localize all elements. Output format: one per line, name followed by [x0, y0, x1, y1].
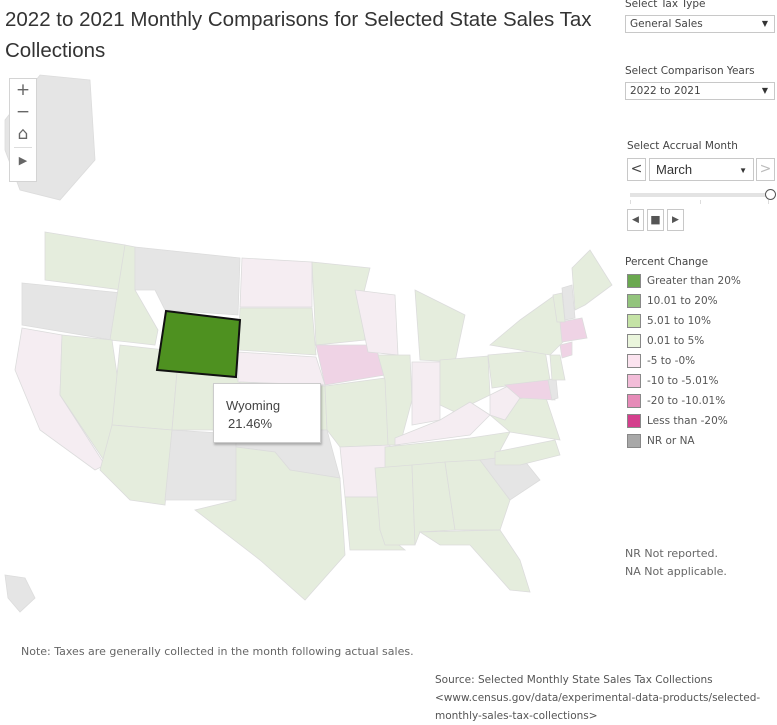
state-north-dakota[interactable] [239, 257, 313, 308]
footnote: Note: Taxes are generally collected in t… [21, 645, 414, 658]
source-line: Source: Selected Monthly State Sales Tax… [435, 674, 713, 686]
legend-swatch [627, 394, 641, 408]
legend-item[interactable]: -5 to -0% [627, 354, 695, 370]
legend-item[interactable]: Greater than 20% [627, 274, 741, 290]
chevron-down-icon: ▼ [761, 86, 768, 95]
zoom-in-button[interactable]: + [10, 79, 36, 101]
state-missouri[interactable] [324, 377, 396, 448]
state-arizona[interactable] [99, 424, 173, 506]
legend-swatch [627, 274, 641, 288]
page-title: 2022 to 2021 Monthly Comparisons for Sel… [5, 8, 592, 62]
legend-item[interactable]: NR or NA [627, 434, 695, 450]
legend-item[interactable]: 5.01 to 10% [627, 314, 711, 330]
accrual-month-label: Select Accrual Month [627, 140, 738, 152]
divider [14, 147, 32, 148]
state-indiana[interactable] [411, 361, 441, 426]
month-slider-handle[interactable] [765, 189, 776, 200]
state-nebraska[interactable] [237, 351, 326, 386]
legend-label: NR or NA [647, 435, 695, 447]
map-canvas[interactable] [0, 60, 615, 630]
state-new-york[interactable] [489, 294, 566, 356]
play-forward-button[interactable]: ▶ [667, 209, 684, 231]
legend-label: 0.01 to 5% [647, 335, 705, 347]
state-hawaii[interactable] [4, 574, 36, 613]
legend-label: -20 to -10.01% [647, 395, 726, 407]
legend-swatch [627, 354, 641, 368]
state-south-dakota[interactable] [237, 307, 317, 356]
state-florida[interactable] [418, 529, 531, 593]
previous-month-button[interactable]: < [627, 158, 646, 181]
state-michigan[interactable] [414, 289, 466, 363]
us-map[interactable] [0, 60, 615, 630]
map-zoom-controls: + − ⌂ ▶ [9, 78, 37, 182]
legend-label: -5 to -0% [647, 355, 696, 367]
source-url-cont[interactable]: monthly-sales-tax-collections> [435, 707, 775, 725]
accrual-month-select[interactable]: March ▼ [649, 158, 754, 181]
state-north-carolina[interactable] [494, 439, 561, 466]
tax-type-label: Select Tax Type [625, 0, 706, 10]
state-ohio[interactable] [439, 355, 491, 413]
next-month-button[interactable]: > [756, 158, 775, 181]
legend-item[interactable]: Less than -20% [627, 414, 728, 430]
stop-button[interactable]: ■ [647, 209, 664, 231]
state-connecticut[interactable] [559, 341, 573, 359]
note-nr: NR Not reported. [625, 547, 718, 560]
legend-label: 10.01 to 20% [647, 295, 718, 307]
map-tooltip: Wyoming 21.46% [213, 383, 321, 443]
note-na: NA Not applicable. [625, 565, 727, 578]
tax-type-value: General Sales [630, 18, 703, 30]
legend-item[interactable]: -20 to -10.01% [627, 394, 725, 410]
slider-tick [630, 200, 631, 204]
comparison-years-label: Select Comparison Years [625, 65, 755, 77]
chevron-down-icon: ▼ [739, 166, 747, 175]
tooltip-state: Wyoming [226, 398, 281, 413]
chevron-down-icon: ▼ [761, 19, 768, 28]
state-new-jersey[interactable] [549, 354, 566, 381]
month-slider-track[interactable] [630, 193, 768, 197]
legend-item[interactable]: 0.01 to 5% [627, 334, 704, 350]
zoom-out-button[interactable]: − [10, 101, 36, 123]
slider-tick [700, 200, 701, 204]
comparison-years-select[interactable]: 2022 to 2021 ▼ [625, 82, 775, 100]
legend-label: Less than -20% [647, 415, 728, 427]
legend-label: 5.01 to 10% [647, 315, 711, 327]
legend-item[interactable]: -10 to -5.01% [627, 374, 719, 390]
source-url[interactable]: <www.census.gov/data/experimental-data-p… [435, 689, 775, 707]
source-note: Source: Selected Monthly State Sales Tax… [435, 671, 775, 725]
legend-title: Percent Change [625, 256, 709, 268]
tooltip-value: 21.46% [228, 416, 273, 431]
tax-type-select[interactable]: General Sales ▼ [625, 15, 775, 33]
play-backward-button[interactable]: ◀ [627, 209, 644, 231]
state-wyoming[interactable] [155, 309, 242, 379]
legend-swatch [627, 334, 641, 348]
state-maine[interactable] [571, 249, 613, 311]
state-washington[interactable] [44, 231, 126, 291]
legend-swatch [627, 294, 641, 308]
state-montana[interactable] [134, 246, 241, 316]
legend-swatch [627, 414, 641, 428]
home-icon[interactable]: ⌂ [10, 123, 36, 145]
legend-swatch [627, 314, 641, 328]
comparison-years-value: 2022 to 2021 [630, 85, 701, 97]
legend-label: -10 to -5.01% [647, 375, 719, 387]
accrual-month-value: March [656, 162, 693, 177]
slider-tick [768, 200, 769, 204]
legend-swatch [627, 434, 641, 448]
legend-item[interactable]: 10.01 to 20% [627, 294, 718, 310]
legend-label: Greater than 20% [647, 275, 741, 287]
expand-toolbar-button[interactable]: ▶ [10, 150, 36, 172]
legend-swatch [627, 374, 641, 388]
state-mississippi[interactable] [374, 464, 416, 546]
